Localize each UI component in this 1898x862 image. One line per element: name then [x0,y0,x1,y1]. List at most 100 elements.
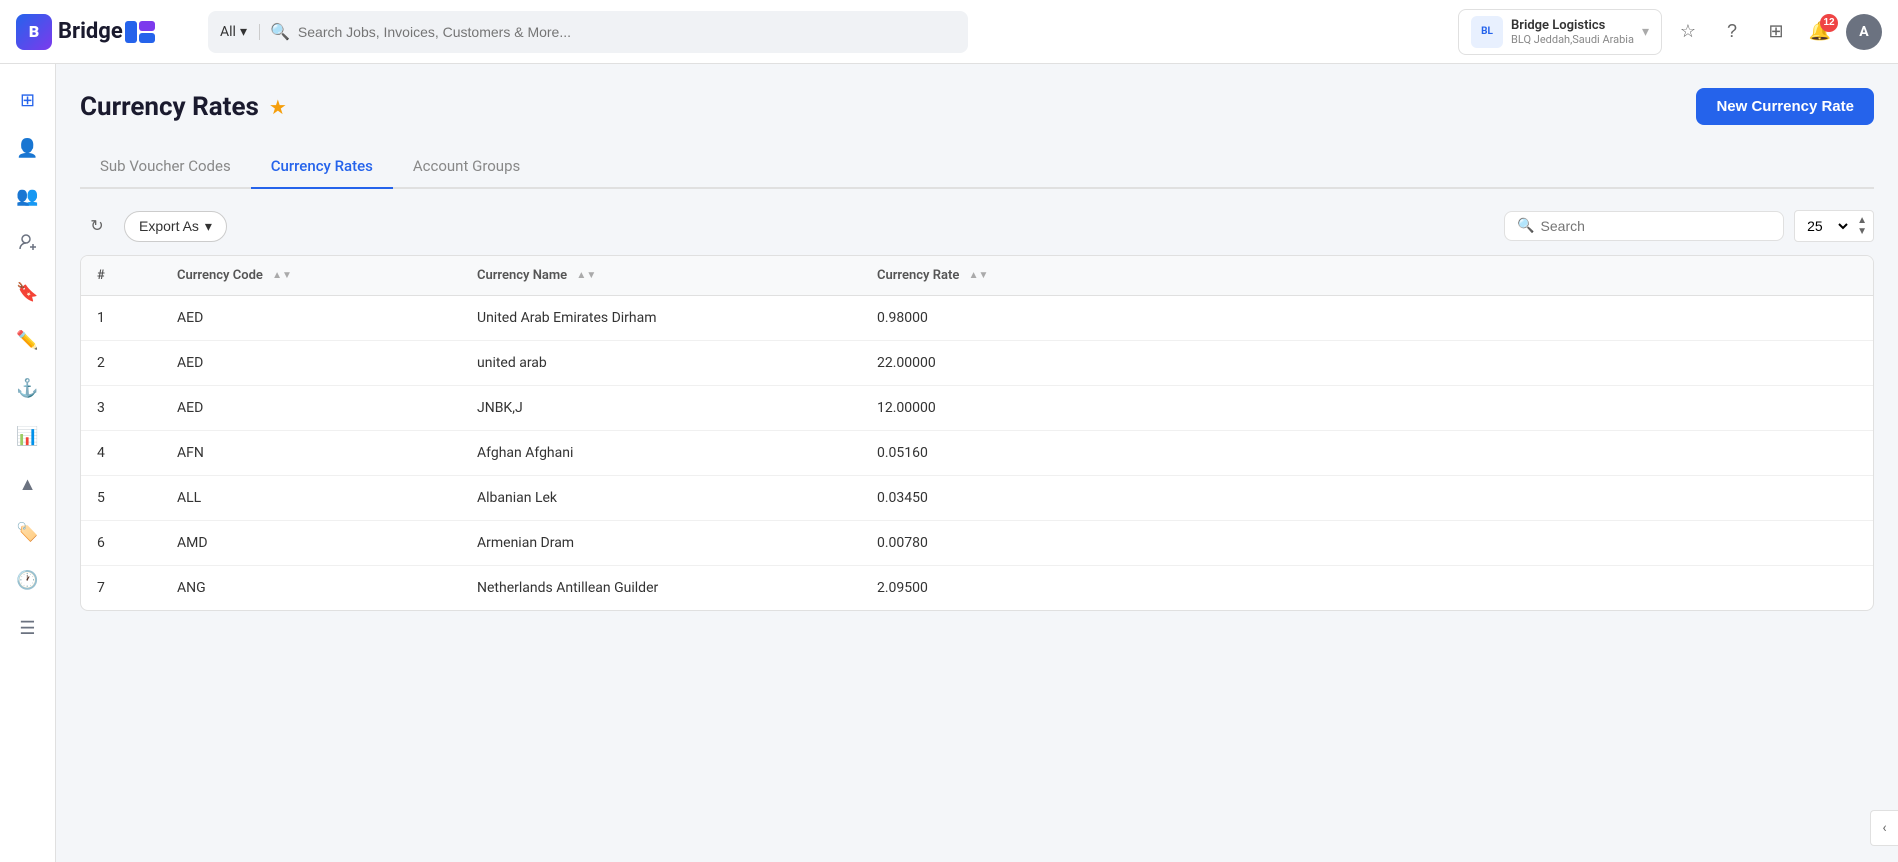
sidebar-item-person[interactable]: 👤 [8,128,48,168]
cell-name: Albanian Lek [461,476,861,521]
apps-button[interactable]: ⊞ [1758,14,1794,50]
refresh-button[interactable]: ↻ [80,209,114,243]
clock-icon: 🕐 [16,570,38,591]
cell-num: 3 [81,386,161,431]
sidebar-item-tag[interactable]: 🏷️ [8,512,48,552]
table-row[interactable]: 2 AED united arab 22.00000 [81,341,1873,386]
tab-currency-rates[interactable]: Currency Rates [251,145,393,189]
dashboard-icon: ⊞ [20,90,35,111]
currency-rates-table: # Currency Code ▲▼ Currency Name ▲▼ Curr… [81,256,1873,610]
favorite-star-icon[interactable]: ★ [269,95,287,119]
edit-icon: ✏️ [16,330,38,351]
company-logo: BL [1471,16,1503,48]
sidebar: ⊞ 👤 👥 🔖 ✏️ ⚓ 📊 ▲ 🏷️ 🕐 ☰ [0,64,56,862]
export-as-button[interactable]: Export As ▾ [124,211,227,242]
notifications-button[interactable]: 🔔 12 [1802,14,1838,50]
cell-rate: 0.00780 [861,521,1873,566]
sidebar-collapse-button[interactable]: ‹ [1870,810,1898,846]
cell-name: JNBK,J [461,386,861,431]
cell-code: ALL [161,476,461,521]
cell-name: Afghan Afghani [461,431,861,476]
page-title: Currency Rates [80,92,259,122]
sidebar-item-chart[interactable]: 📊 [8,416,48,456]
nav-right-area: BL Bridge Logistics BLQ Jeddah,Saudi Ara… [1458,9,1882,55]
tag-icon: 🏷️ [16,522,38,543]
per-page-stepper[interactable]: ▲▼ [1851,215,1873,237]
apps-icon: ⊞ [1768,21,1783,42]
search-type-dropdown[interactable]: All ▾ [220,24,260,40]
table-row[interactable]: 4 AFN Afghan Afghani 0.05160 [81,431,1873,476]
notification-badge: 12 [1820,14,1838,32]
tab-sub-voucher-codes[interactable]: Sub Voucher Codes [80,145,251,189]
sidebar-item-edit[interactable]: ✏️ [8,320,48,360]
export-chevron-icon: ▾ [205,218,212,235]
export-label: Export As [139,218,199,234]
page-header: Currency Rates ★ New Currency Rate [80,88,1874,125]
sidebar-item-list[interactable]: ☰ [8,608,48,648]
tab-label-currency-rates: Currency Rates [271,157,373,175]
help-icon: ? [1727,21,1737,42]
logo-icon: B [16,14,52,50]
sidebar-item-add-person[interactable] [8,224,48,264]
table-row[interactable]: 6 AMD Armenian Dram 0.00780 [81,521,1873,566]
star-nav-icon: ☆ [1680,21,1696,42]
logo-area: B Bridge [16,14,196,50]
cell-rate: 12.00000 [861,386,1873,431]
cell-rate: 0.03450 [861,476,1873,521]
currency-rates-table-container: # Currency Code ▲▼ Currency Name ▲▼ Curr… [80,255,1874,611]
cell-name: Armenian Dram [461,521,861,566]
col-header-currency-code[interactable]: Currency Code ▲▼ [161,256,461,296]
cell-code: AMD [161,521,461,566]
table-body: 1 AED United Arab Emirates Dirham 0.9800… [81,296,1873,611]
col-header-currency-rate[interactable]: Currency Rate ▲▼ [861,256,1873,296]
tabs-bar: Sub Voucher Codes Currency Rates Account… [80,145,1874,189]
cell-name: united arab [461,341,861,386]
help-button[interactable]: ? [1714,14,1750,50]
cell-name: Netherlands Antillean Guilder [461,566,861,611]
sidebar-item-bookmark[interactable]: 🔖 [8,272,48,312]
tab-account-groups[interactable]: Account Groups [393,145,540,189]
table-search-input[interactable] [1541,218,1772,234]
favorites-button[interactable]: ☆ [1670,14,1706,50]
company-name: Bridge Logistics [1511,18,1634,33]
cell-code: AED [161,296,461,341]
table-row[interactable]: 3 AED JNBK,J 12.00000 [81,386,1873,431]
currency-name-sort-icon: ▲▼ [576,271,596,281]
sidebar-item-dashboard[interactable]: ⊞ [8,80,48,120]
table-row[interactable]: 7 ANG Netherlands Antillean Guilder 2.09… [81,566,1873,611]
bookmark-icon: 🔖 [16,282,38,303]
col-header-num: # [81,256,161,296]
cell-code: AFN [161,431,461,476]
table-row[interactable]: 5 ALL Albanian Lek 0.03450 [81,476,1873,521]
table-row[interactable]: 1 AED United Arab Emirates Dirham 0.9800… [81,296,1873,341]
top-navigation: B Bridge All ▾ 🔍 BL Bridge Logistics BLQ… [0,0,1898,64]
anchor-icon: ⚓ [16,378,38,399]
cell-num: 5 [81,476,161,521]
refresh-icon: ↻ [90,216,103,236]
user-avatar[interactable]: A [1846,14,1882,50]
company-info: Bridge Logistics BLQ Jeddah,Saudi Arabia [1511,18,1634,46]
toolbar-right: 🔍 25 50 100 ▲▼ [1504,210,1874,242]
sidebar-item-people[interactable]: 👥 [8,176,48,216]
company-selector[interactable]: BL Bridge Logistics BLQ Jeddah,Saudi Ara… [1458,9,1662,55]
global-search-input[interactable] [298,24,956,40]
tab-label-sub-voucher-codes: Sub Voucher Codes [100,157,231,175]
search-type-chevron: ▾ [240,24,247,40]
table-search-icon: 🔍 [1517,218,1534,234]
cell-code: AED [161,341,461,386]
cell-name: United Arab Emirates Dirham [461,296,861,341]
per-page-select[interactable]: 25 50 100 [1795,211,1851,241]
cell-rate: 0.05160 [861,431,1873,476]
toolbar-left: ↻ Export As ▾ [80,209,227,243]
col-header-currency-name[interactable]: Currency Name ▲▼ [461,256,861,296]
cell-num: 7 [81,566,161,611]
list-icon: ☰ [19,618,35,639]
new-currency-rate-button[interactable]: New Currency Rate [1696,88,1874,125]
chevron-left-icon: ‹ [1882,820,1886,836]
currency-rate-sort-icon: ▲▼ [969,271,989,281]
triangle-icon: ▲ [19,474,37,495]
sidebar-item-triangle[interactable]: ▲ [8,464,48,504]
sidebar-item-anchor[interactable]: ⚓ [8,368,48,408]
table-search-wrap: 🔍 [1504,211,1784,241]
sidebar-item-clock[interactable]: 🕐 [8,560,48,600]
